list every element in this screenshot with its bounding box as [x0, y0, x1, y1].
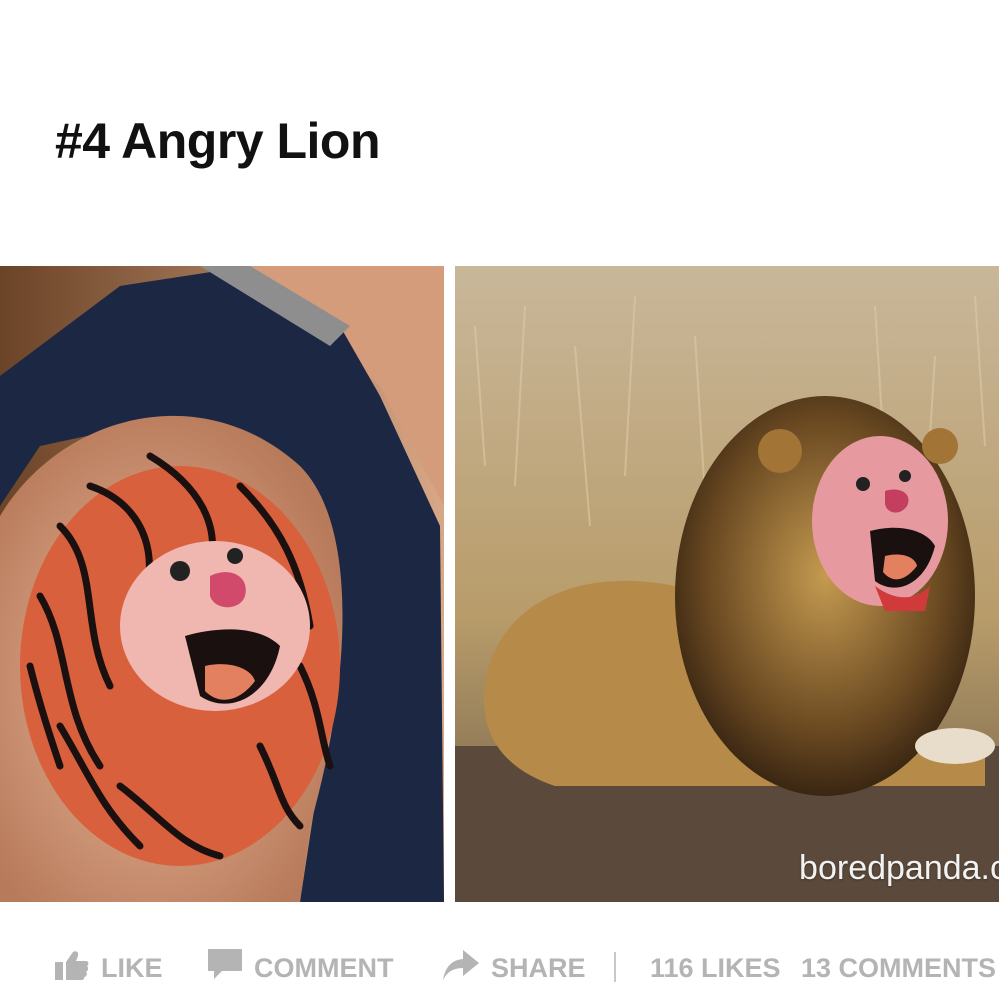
tattoo-photo[interactable] — [0, 266, 444, 902]
action-bar: LIKE COMMENT SHARE 116 LIKES 13 COMMENTS — [0, 940, 999, 996]
speech-bubble-icon — [208, 948, 242, 988]
likes-count[interactable]: 116 LIKES — [650, 948, 781, 988]
comment-button[interactable]: COMMENT — [208, 948, 393, 988]
like-button[interactable]: LIKE — [55, 948, 163, 988]
comment-label: COMMENT — [254, 952, 394, 983]
action-divider — [614, 952, 616, 982]
like-label: LIKE — [101, 952, 163, 983]
watermark: boredpanda.c — [799, 849, 999, 887]
comments-count[interactable]: 13 COMMENTS — [801, 948, 996, 988]
share-arrow-icon — [443, 949, 479, 987]
post-image-pair: boredpanda.c — [0, 266, 999, 902]
lion-photo[interactable]: boredpanda.c — [455, 266, 999, 902]
post-title: #4 Angry Lion — [55, 113, 381, 169]
share-button[interactable]: SHARE — [443, 948, 586, 988]
thumbs-up-icon — [55, 950, 89, 987]
share-label: SHARE — [491, 952, 586, 983]
